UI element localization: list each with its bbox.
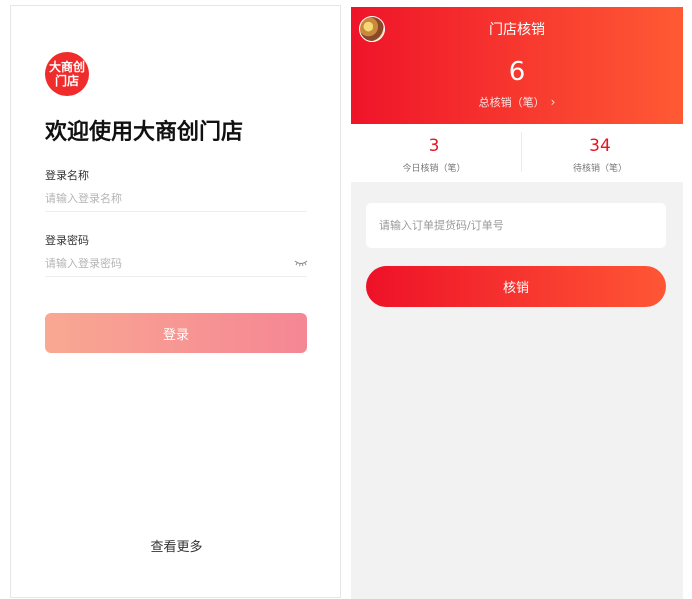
view-more-link[interactable]: 查看更多 (11, 536, 342, 555)
username-label: 登录名称 (45, 169, 89, 182)
stat-today: 3 今日核销（笔） (351, 124, 517, 182)
password-input[interactable] (45, 251, 307, 277)
login-screen: 大商创 门店 欢迎使用大商创门店 登录名称 登录密码 登录 查看更多 (10, 5, 341, 598)
stat-pending: 34 待核销（笔） (517, 124, 683, 182)
eye-closed-icon[interactable] (294, 258, 308, 268)
login-button[interactable]: 登录 (45, 313, 307, 353)
verify-button[interactable]: 核销 (366, 266, 666, 307)
stat-value: 34 (589, 136, 611, 156)
stat-label: 今日核销（笔） (402, 164, 466, 174)
stats-panel: 3 今日核销（笔） 34 待核销（笔） (351, 124, 683, 182)
total-verified-count: 6 (508, 57, 526, 87)
logo-text-line1: 大商创 (48, 60, 85, 74)
stat-value: 3 (428, 136, 440, 156)
total-verified-label: 总核销（笔） (478, 96, 545, 109)
username-input[interactable] (45, 186, 307, 212)
screenshot-stage: 大商创 门店 欢迎使用大商创门店 登录名称 登录密码 登录 查看更多 门店核销 … (0, 0, 692, 599)
order-code-input[interactable] (366, 203, 666, 248)
verify-screen: 门店核销 6 总核销（笔） › 3 今日核销（笔） 34 待核销（笔） 核销 (351, 7, 683, 599)
logo-text-line2: 门店 (54, 74, 79, 88)
total-verified-link[interactable]: 总核销（笔） › (351, 94, 683, 110)
chevron-right-icon: › (550, 95, 556, 109)
verify-header: 门店核销 6 总核销（笔） › (351, 7, 683, 124)
page-title: 门店核销 (489, 22, 545, 38)
stat-label: 待核销（笔） (572, 164, 627, 174)
welcome-title: 欢迎使用大商创门店 (45, 120, 244, 145)
brand-logo: 大商创 门店 (45, 52, 89, 96)
password-label: 登录密码 (45, 234, 89, 247)
